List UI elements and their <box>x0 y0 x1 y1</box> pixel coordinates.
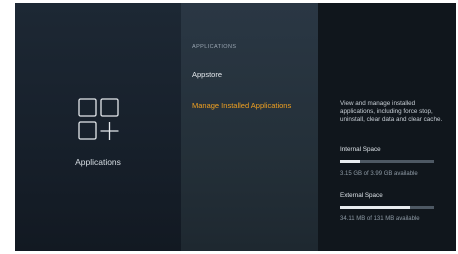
tv-screen: Applications APPLICATIONS Appstore Manag… <box>15 3 456 251</box>
settings-menu: APPLICATIONS Appstore Manage Installed A… <box>181 3 318 251</box>
apps-grid-plus-icon <box>78 98 119 140</box>
category-pane: Applications <box>15 3 181 251</box>
external-space-label: External Space <box>340 192 383 199</box>
external-space-value: 34.11 MB of 131 MB available <box>340 216 420 222</box>
external-space-bar-fill <box>340 206 410 209</box>
menu-header: APPLICATIONS <box>192 44 237 50</box>
menu-item-manage-installed-applications[interactable]: Manage Installed Applications <box>181 95 318 117</box>
description-text: View and manage installed applications, … <box>340 100 443 123</box>
category-label: Applications <box>75 157 121 167</box>
external-space-bar <box>340 206 434 209</box>
internal-space-label: Internal Space <box>340 146 381 153</box>
menu-item-appstore[interactable]: Appstore <box>181 64 318 86</box>
info-pane: View and manage installed applications, … <box>318 3 456 251</box>
internal-space-value: 3.15 GB of 3.99 GB available <box>340 171 418 177</box>
internal-space-bar <box>340 160 434 163</box>
internal-space-bar-fill <box>340 160 360 163</box>
